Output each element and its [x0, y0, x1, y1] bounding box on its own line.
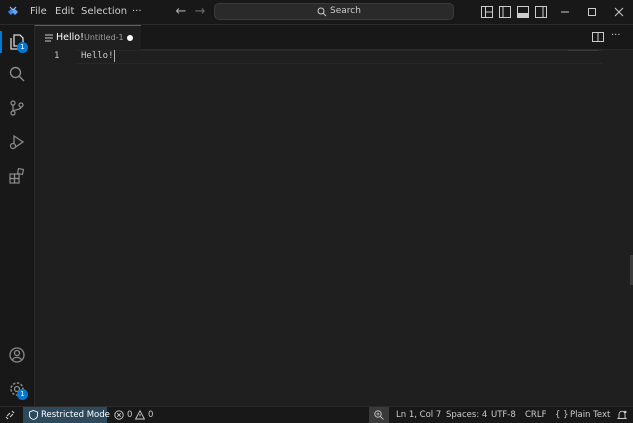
editor-area[interactable]: 1 Hello!	[35, 50, 633, 406]
vscode-window: File Edit Selection ··· ← → Search 1 1 H…	[0, 0, 633, 423]
toggle-primary-sidebar-icon[interactable]	[499, 6, 511, 18]
toggle-panel-icon[interactable]	[517, 6, 529, 18]
search-icon[interactable]	[8, 65, 26, 83]
error-count[interactable]: 0	[127, 407, 132, 423]
search-icon	[317, 7, 327, 17]
command-center-search[interactable]: Search	[214, 3, 454, 20]
close-icon[interactable]	[606, 0, 632, 24]
cursor-position[interactable]: Ln 1, Col 7	[396, 407, 441, 423]
tab-title: Hello!	[56, 32, 84, 43]
explorer-badge: 1	[17, 42, 28, 53]
minimize-icon[interactable]	[552, 0, 578, 24]
forward-arrow-icon[interactable]: →	[191, 3, 209, 21]
status-bar: Restricted Mode 0 0 Ln 1, Col 7 Spaces: …	[0, 406, 633, 423]
error-icon[interactable]	[114, 410, 124, 420]
customize-layout-icon[interactable]	[481, 6, 493, 18]
zoom-in-icon	[374, 410, 384, 420]
indentation[interactable]: Spaces: 4	[446, 407, 487, 423]
notifications-bell-icon[interactable]	[617, 410, 627, 420]
run-and-debug-icon[interactable]	[8, 133, 26, 151]
restricted-mode-label: Restricted Mode	[41, 410, 110, 420]
zoom-button[interactable]	[369, 407, 389, 423]
tab-untitled-1[interactable]: Hello! Untitled-1	[35, 25, 141, 50]
search-label: Search	[330, 6, 361, 16]
remote-indicator-icon[interactable]	[0, 407, 22, 423]
menu-file[interactable]: File	[30, 0, 47, 24]
tab-description: Untitled-1	[84, 33, 124, 42]
plain-text-file-icon	[45, 34, 53, 42]
source-control-icon[interactable]	[8, 99, 26, 117]
accounts-icon[interactable]	[8, 346, 26, 364]
menu-edit[interactable]: Edit	[55, 0, 74, 24]
warning-icon[interactable]	[135, 410, 145, 420]
text-cursor	[114, 50, 115, 62]
language-brace-icon: { }	[555, 410, 569, 420]
code-line[interactable]: Hello!	[81, 50, 114, 62]
settings-badge: 1	[17, 389, 28, 400]
current-line-highlight	[77, 50, 602, 64]
maximize-icon[interactable]	[579, 0, 605, 24]
restricted-mode-indicator[interactable]: Restricted Mode	[23, 407, 110, 423]
more-actions-button[interactable]: ···	[611, 29, 621, 45]
active-indicator	[0, 31, 2, 53]
back-arrow-icon[interactable]: ←	[172, 3, 190, 21]
line-number: 1	[54, 51, 60, 61]
minimap[interactable]	[568, 50, 598, 51]
split-editor-icon[interactable]	[591, 30, 605, 44]
toggle-secondary-sidebar-icon[interactable]	[535, 6, 547, 18]
editor-tab-bar: Hello! Untitled-1 ···	[35, 25, 633, 50]
vscode-logo-icon[interactable]	[5, 4, 21, 20]
menu-more[interactable]: ···	[132, 0, 142, 24]
language-mode[interactable]: Plain Text	[570, 407, 610, 423]
shield-icon	[29, 410, 38, 420]
title-bar: File Edit Selection ··· ← → Search	[0, 0, 633, 25]
encoding[interactable]: UTF-8	[491, 407, 516, 423]
extensions-icon[interactable]	[8, 167, 26, 185]
warning-count[interactable]: 0	[148, 407, 153, 423]
menu-selection[interactable]: Selection	[81, 0, 127, 24]
activity-bar: 1 1	[0, 25, 35, 406]
end-of-line[interactable]: CRLF	[525, 407, 546, 423]
unsaved-dot-icon[interactable]	[127, 35, 133, 41]
